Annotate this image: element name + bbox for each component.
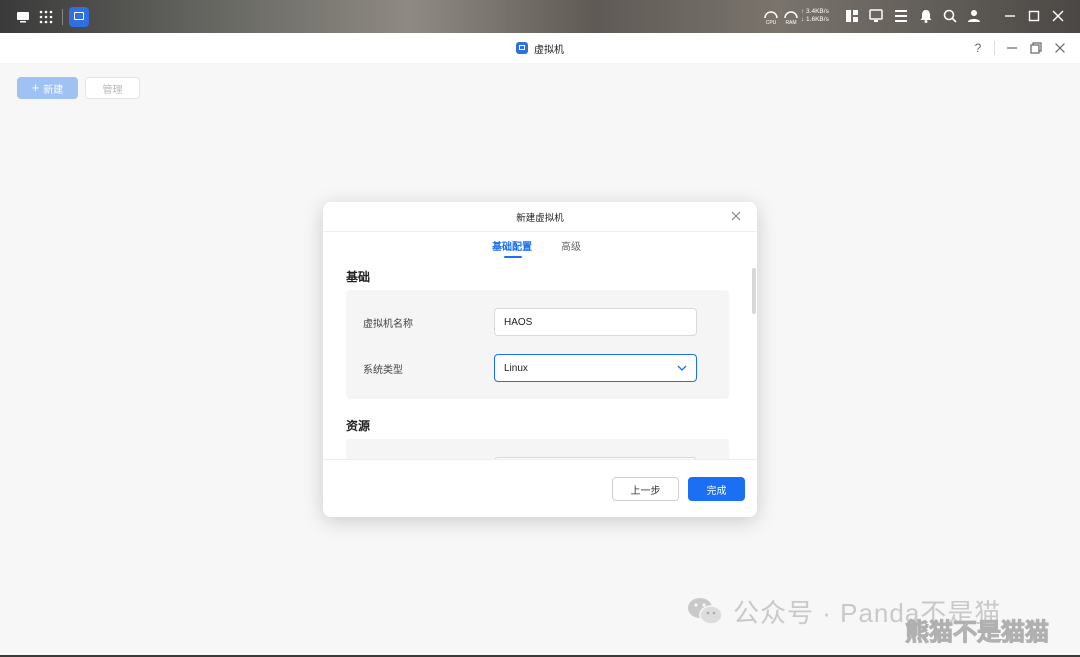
resource-monitor[interactable]: CPU RAM ↑ 3.4KB/s ↓ 1.6KB/s [763, 8, 833, 26]
os-type-label: 系统类型 [363, 365, 403, 376]
monitor-icon[interactable] [868, 8, 884, 24]
tab-basic-config[interactable]: 基础配置 [492, 238, 532, 253]
window-titlebar[interactable]: 虚拟机 ? [0, 33, 1080, 63]
new-vm-dialog: 新建虚拟机 基础配置 高级 基础 虚拟机名称 HAOS 系统类型 Linux 资… [323, 202, 757, 517]
minimize-icon[interactable] [1002, 8, 1018, 24]
previous-step-button[interactable]: 上一步 [612, 477, 679, 501]
maximize-icon[interactable] [1026, 8, 1042, 24]
chevron-down-icon [677, 365, 687, 371]
download-speed: ↓ 1.6KB/s [801, 16, 829, 23]
basic-panel: 虚拟机名称 HAOS 系统类型 Linux [346, 290, 729, 399]
manage-button[interactable]: 管理 [85, 77, 140, 99]
help-button[interactable]: ? [970, 40, 986, 56]
vm-app-icon[interactable] [69, 7, 89, 27]
widgets-icon[interactable] [844, 8, 860, 24]
apps-grid-icon[interactable] [37, 8, 55, 26]
os-type-value: Linux [504, 362, 528, 374]
titlebar-divider [994, 41, 995, 55]
tasks-icon[interactable] [893, 8, 909, 24]
dialog-scrollbar[interactable] [752, 268, 756, 314]
window-title: 虚拟机 [534, 44, 564, 56]
user-icon[interactable] [966, 8, 982, 24]
dialog-scroll-area[interactable]: 基础 虚拟机名称 HAOS 系统类型 Linux 资源 [323, 262, 757, 459]
dialog-footer-divider [323, 459, 757, 460]
dialog-close-icon[interactable] [729, 209, 743, 223]
vm-app-icon [516, 42, 528, 54]
dialog-title: 新建虚拟机 [516, 213, 564, 224]
os-type-select[interactable]: Linux [494, 354, 697, 382]
cpu-label: CPU [765, 20, 777, 26]
upload-speed: ↑ 3.4KB/s [801, 8, 829, 15]
cpu-gauge-icon [764, 11, 778, 19]
close-icon[interactable] [1050, 8, 1066, 24]
dialog-header-divider [323, 231, 757, 232]
resources-panel [346, 439, 729, 459]
network-speed: ↑ 3.4KB/s ↓ 1.6KB/s [801, 8, 829, 24]
new-vm-label: 新建 [43, 84, 64, 96]
ram-gauge-icon [784, 11, 798, 19]
window-close-icon[interactable] [1052, 40, 1068, 56]
vm-name-label: 虚拟机名称 [363, 319, 413, 330]
desktop-taskbar: CPU RAM ↑ 3.4KB/s ↓ 1.6KB/s [0, 0, 1080, 33]
ram-label: RAM [785, 20, 797, 26]
active-tab-indicator [504, 256, 522, 258]
wechat-logo-icon [688, 598, 723, 625]
watermark-overlay-text: 熊猫不是猫猫 [905, 619, 1050, 647]
taskbar-divider [62, 9, 63, 25]
search-icon[interactable] [942, 8, 958, 24]
tab-advanced[interactable]: 高级 [561, 238, 581, 253]
new-vm-button[interactable]: + 新建 [17, 77, 78, 99]
desktop-icon[interactable] [14, 8, 32, 26]
window-minimize-icon[interactable] [1004, 40, 1020, 56]
done-button[interactable]: 完成 [688, 477, 745, 501]
window-restore-icon[interactable] [1028, 40, 1044, 56]
plus-icon: + [31, 80, 40, 95]
vm-name-value: HAOS [504, 316, 533, 328]
toolbar: + 新建 管理 [0, 63, 1080, 123]
section-title-basic: 基础 [346, 270, 371, 284]
bell-icon[interactable] [918, 8, 934, 24]
vm-name-input[interactable]: HAOS [494, 308, 697, 336]
section-title-resources: 资源 [346, 419, 371, 433]
